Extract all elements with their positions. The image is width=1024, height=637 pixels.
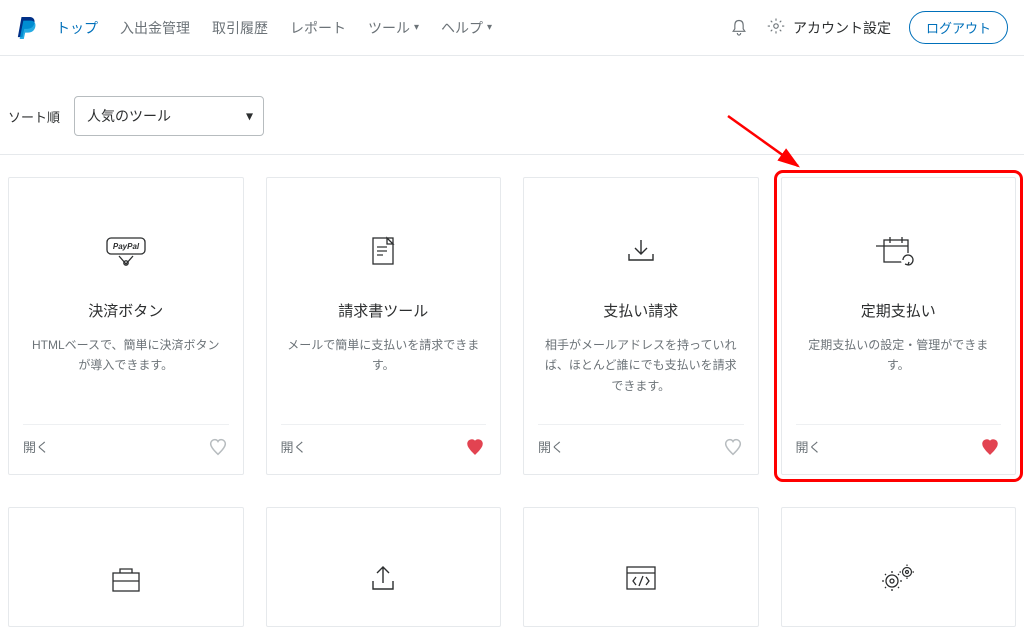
chevron-down-icon: ▾ [246, 108, 253, 125]
card-row2-2[interactable] [266, 507, 502, 627]
card-body [9, 508, 243, 626]
card-body [267, 508, 501, 626]
tools-grid: PayPal 決済ボタン HTMLベースで、簡単に決済ボタンが導入できます。 開… [0, 155, 1024, 485]
sort-selected-value: 人気のツール [87, 106, 171, 126]
card-invoice-tool[interactable]: 請求書ツール メールで簡単に支払いを請求できます。 開く [266, 177, 502, 475]
gear-icon [767, 17, 785, 38]
card-desc: 相手がメールアドレスを持っていれば、ほとんど誰にでも支払いを請求できます。 [542, 335, 740, 396]
card-body: PayPal 決済ボタン HTMLベースで、簡単に決済ボタンが導入できます。 [9, 178, 243, 424]
card-body: 支払い請求 相手がメールアドレスを持っていれば、ほとんど誰にでも支払いを請求でき… [524, 178, 758, 424]
card-recurring-payment[interactable]: 定期支払い 定期支払いの設定・管理ができます。 開く [781, 177, 1017, 475]
sort-bar: ソート順 人気のツール ▾ [0, 56, 1024, 155]
card-title: 請求書ツール [338, 300, 428, 321]
nav-top[interactable]: トップ [56, 18, 98, 38]
sort-label: ソート順 [8, 107, 60, 126]
sort-select[interactable]: 人気のツール ▾ [74, 96, 264, 136]
nav-history[interactable]: 取引履歴 [212, 18, 268, 38]
card-desc: メールで簡単に支払いを請求できます。 [285, 335, 483, 376]
chevron-down-icon: ▾ [487, 22, 492, 33]
download-tray-icon [621, 230, 661, 274]
card-title: 支払い請求 [603, 300, 678, 321]
open-link[interactable]: 開く [281, 437, 307, 456]
card-title: 定期支払い [861, 300, 936, 321]
calendar-recurring-icon [876, 230, 920, 274]
paypal-logo[interactable] [16, 15, 38, 41]
card-row2-4[interactable] [781, 507, 1017, 627]
card-body [524, 508, 758, 626]
account-settings-link[interactable]: アカウント設定 [767, 17, 891, 38]
upload-share-icon [363, 556, 403, 600]
nav-tools[interactable]: ツール ▾ [368, 18, 419, 38]
invoice-icon [363, 230, 403, 274]
card-request-money[interactable]: 支払い請求 相手がメールアドレスを持っていれば、ほとんど誰にでも支払いを請求でき… [523, 177, 759, 475]
logout-button[interactable]: ログアウト [909, 11, 1008, 44]
open-link[interactable]: 開く [23, 437, 49, 456]
card-title: 決済ボタン [88, 300, 163, 321]
open-link[interactable]: 開く [538, 437, 564, 456]
card-footer: 開く [796, 424, 1002, 468]
chevron-down-icon: ▾ [414, 22, 419, 33]
nav-links: トップ 入出金管理 取引履歴 レポート ツール ▾ ヘルプ ▾ [56, 18, 729, 38]
nav-money[interactable]: 入出金管理 [120, 18, 190, 38]
favorite-toggle[interactable] [722, 436, 744, 458]
briefcase-icon [106, 556, 146, 600]
card-row2-3[interactable] [523, 507, 759, 627]
svg-text:PayPal: PayPal [113, 242, 140, 251]
card-desc: 定期支払いの設定・管理ができます。 [800, 335, 998, 376]
nav-tools-label: ツール [368, 18, 410, 38]
code-window-icon [621, 556, 661, 600]
gears-icon [876, 556, 920, 600]
favorite-toggle[interactable] [979, 436, 1001, 458]
paypal-button-icon: PayPal [101, 230, 151, 274]
nav-help-label: ヘルプ [441, 18, 483, 38]
card-footer: 開く [23, 424, 229, 468]
nav-help[interactable]: ヘルプ ▾ [441, 18, 492, 38]
nav-right: アカウント設定 ログアウト [729, 11, 1008, 44]
top-nav: トップ 入出金管理 取引履歴 レポート ツール ▾ ヘルプ ▾ アカウント設定 … [0, 0, 1024, 56]
card-body [782, 508, 1016, 626]
account-settings-label: アカウント設定 [793, 18, 891, 38]
card-row2-1[interactable] [8, 507, 244, 627]
nav-report[interactable]: レポート [290, 18, 346, 38]
card-footer: 開く [538, 424, 744, 468]
card-footer: 開く [281, 424, 487, 468]
bell-icon[interactable] [729, 18, 749, 38]
open-link[interactable]: 開く [796, 437, 822, 456]
card-body: 定期支払い 定期支払いの設定・管理ができます。 [782, 178, 1016, 424]
tools-grid-row2 [0, 485, 1024, 637]
card-payment-button[interactable]: PayPal 決済ボタン HTMLベースで、簡単に決済ボタンが導入できます。 開… [8, 177, 244, 475]
card-body: 請求書ツール メールで簡単に支払いを請求できます。 [267, 178, 501, 424]
favorite-toggle[interactable] [464, 436, 486, 458]
card-desc: HTMLベースで、簡単に決済ボタンが導入できます。 [27, 335, 225, 376]
favorite-toggle[interactable] [207, 436, 229, 458]
